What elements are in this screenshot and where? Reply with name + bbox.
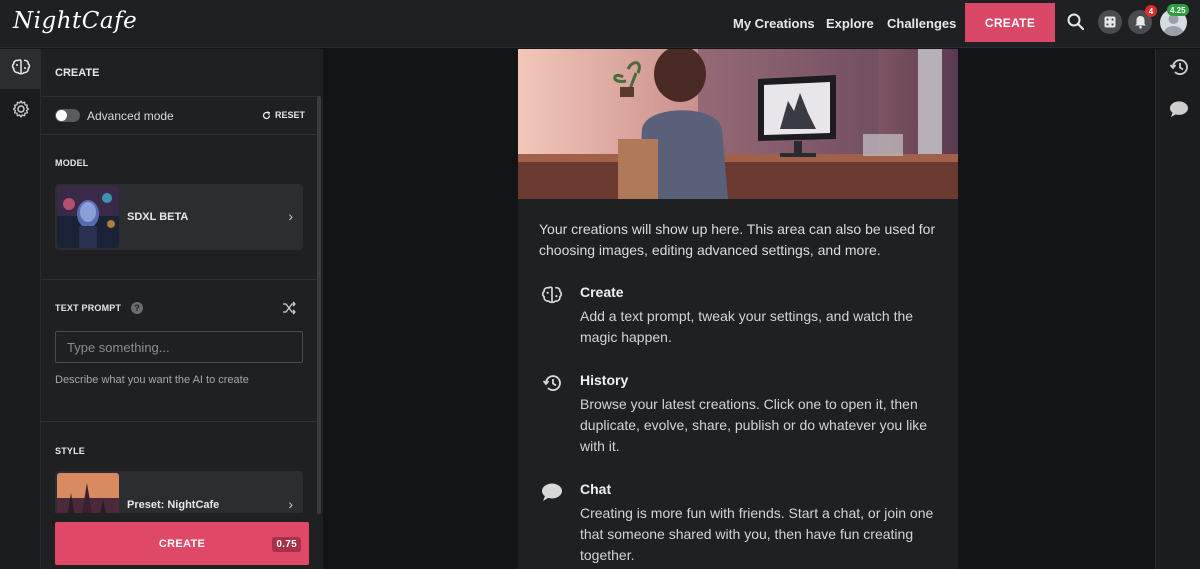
nav-create-button[interactable]: CREATE bbox=[965, 3, 1055, 42]
model-thumbnail bbox=[57, 186, 119, 248]
rail-create-tab[interactable] bbox=[0, 49, 41, 89]
shuffle-icon[interactable] bbox=[282, 301, 296, 315]
text-prompt-label: TEXT PROMPT bbox=[55, 303, 122, 313]
history-button[interactable] bbox=[1156, 49, 1200, 89]
advanced-mode-toggle[interactable] bbox=[55, 109, 80, 122]
reset-label: RESET bbox=[275, 110, 306, 120]
brain-icon bbox=[11, 58, 31, 81]
panel-title: CREATE bbox=[55, 67, 100, 79]
create-button[interactable]: CREATE 0.75 bbox=[55, 522, 309, 565]
model-selector[interactable]: SDXL BETA › bbox=[55, 184, 303, 250]
cost-badge: 0.75 bbox=[272, 537, 301, 552]
feature-title: Chat bbox=[580, 481, 612, 497]
style-section-label: STYLE bbox=[55, 446, 86, 456]
advanced-mode-label: Advanced mode bbox=[87, 109, 174, 123]
feature-description: Browse your latest creations. Click one … bbox=[580, 396, 928, 454]
divider bbox=[41, 279, 317, 280]
rail-settings-tab[interactable] bbox=[0, 91, 41, 131]
chat-button[interactable] bbox=[1156, 91, 1200, 131]
feature-title: History bbox=[580, 372, 629, 388]
chat-icon bbox=[539, 481, 565, 503]
history-icon bbox=[1169, 57, 1189, 82]
create-panel: CREATE Advanced mode RESET MODEL SDXL BE… bbox=[41, 49, 323, 569]
gear-icon bbox=[12, 99, 30, 123]
divider bbox=[41, 421, 317, 422]
panel-scrollbar[interactable] bbox=[317, 96, 321, 514]
search-icon[interactable] bbox=[1066, 12, 1086, 32]
hero-illustration bbox=[518, 49, 958, 199]
prompt-helper-text: Describe what you want the AI to create bbox=[55, 374, 249, 386]
chevron-right-icon: › bbox=[288, 208, 293, 224]
brain-icon bbox=[539, 284, 565, 306]
nav-link-challenges[interactable]: Challenges bbox=[887, 16, 956, 31]
onboarding-card: Your creations will show up here. This a… bbox=[518, 49, 958, 569]
history-icon bbox=[539, 372, 565, 394]
feature-description: Creating is more fun with friends. Start… bbox=[580, 505, 934, 563]
nav-link-explore[interactable]: Explore bbox=[826, 16, 874, 31]
chevron-right-icon: › bbox=[288, 496, 293, 512]
dice-icon[interactable] bbox=[1098, 10, 1122, 34]
right-rail bbox=[1155, 49, 1200, 569]
create-button-label: CREATE bbox=[158, 537, 206, 550]
reset-button[interactable]: RESET bbox=[262, 110, 305, 120]
feature-title: Create bbox=[580, 284, 624, 300]
divider bbox=[41, 134, 317, 135]
chat-icon bbox=[1169, 100, 1189, 123]
divider bbox=[41, 96, 317, 97]
reset-icon bbox=[262, 110, 271, 119]
logo[interactable]: NightCafe bbox=[13, 8, 137, 34]
model-name: SDXL BETA bbox=[127, 211, 189, 223]
intro-text: Your creations will show up here. This a… bbox=[539, 221, 936, 258]
feature-description: Add a text prompt, tweak your settings, … bbox=[580, 308, 914, 345]
left-rail bbox=[0, 49, 41, 569]
model-section-label: MODEL bbox=[55, 158, 89, 168]
balance-badge: 4.25 bbox=[1167, 4, 1189, 16]
nav-link-my-creations[interactable]: My Creations bbox=[733, 16, 815, 31]
top-nav: NightCafe My Creations Explore Challenge… bbox=[0, 0, 1200, 48]
help-icon[interactable]: ? bbox=[131, 302, 143, 314]
create-bar: CREATE 0.75 bbox=[41, 513, 323, 569]
notification-badge: 4 bbox=[1145, 5, 1157, 17]
style-name: Preset: NightCafe bbox=[127, 499, 220, 511]
prompt-input[interactable] bbox=[55, 331, 303, 363]
